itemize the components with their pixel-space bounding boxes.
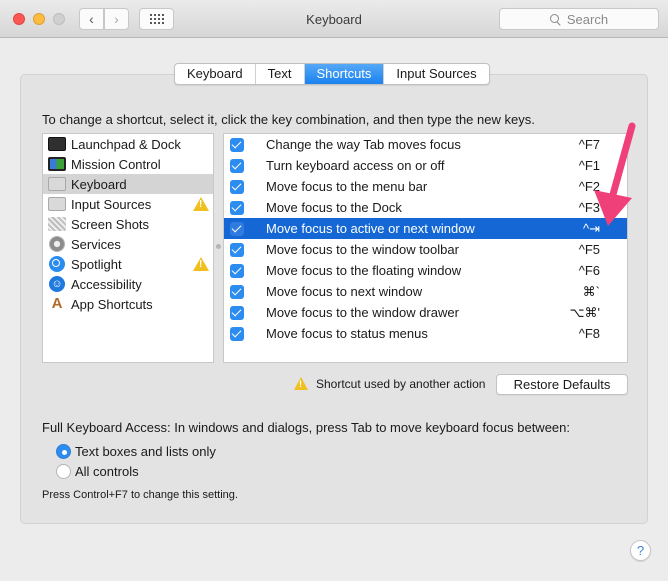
shortcut-row[interactable]: Move focus to the Dock ^F3 xyxy=(224,197,627,218)
shortcut-list: Change the way Tab moves focus ^F7 Turn … xyxy=(223,133,628,363)
shortcut-row[interactable]: Move focus to the floating window ^F6 xyxy=(224,260,627,281)
shortcut-checkbox[interactable] xyxy=(230,179,244,194)
radio-button-selected[interactable] xyxy=(56,444,71,459)
shortcut-key[interactable]: ^F1 xyxy=(579,158,600,173)
shortcut-key[interactable]: ⌥⌘' xyxy=(570,305,600,321)
shortcut-key[interactable]: ^⇥ xyxy=(583,221,600,237)
shortcut-row[interactable]: Move focus to the menu bar ^F2 xyxy=(224,176,627,197)
category-mission-control[interactable]: Mission Control xyxy=(43,154,213,174)
shortcut-label: Move focus to the floating window xyxy=(266,263,462,278)
category-keyboard[interactable]: Keyboard xyxy=(43,174,213,194)
category-services[interactable]: Services xyxy=(43,234,213,254)
shortcut-key[interactable]: ^F8 xyxy=(579,326,600,341)
radio-all-controls[interactable]: All controls xyxy=(56,464,139,479)
tab-input-sources[interactable]: Input Sources xyxy=(384,64,488,84)
category-label: Keyboard xyxy=(71,176,127,192)
radio-label: Text boxes and lists only xyxy=(75,444,216,459)
category-screen-shots[interactable]: Screen Shots xyxy=(43,214,213,234)
app-shortcuts-icon: A xyxy=(51,295,63,312)
shortcut-key[interactable]: ^F7 xyxy=(579,137,600,152)
category-list: Launchpad & Dock Mission Control Keyboar… xyxy=(42,133,214,363)
search-field[interactable]: Search xyxy=(499,8,659,30)
shortcut-label: Move focus to the Dock xyxy=(266,200,402,215)
shortcut-label: Turn keyboard access on or off xyxy=(266,158,445,173)
category-input-sources[interactable]: Input Sources xyxy=(43,194,213,214)
shortcut-label: Move focus to the window toolbar xyxy=(266,242,459,257)
category-label: Launchpad & Dock xyxy=(71,136,181,152)
category-label: Spotlight xyxy=(71,256,122,272)
radio-text-boxes[interactable]: Text boxes and lists only xyxy=(56,444,216,459)
keyboard-icon xyxy=(48,197,66,211)
shortcut-checkbox[interactable] xyxy=(230,326,244,341)
shortcut-key[interactable]: ^F2 xyxy=(579,179,600,194)
radio-button[interactable] xyxy=(56,464,71,479)
shortcut-row[interactable]: Move focus to the window drawer ⌥⌘' xyxy=(224,302,627,323)
shortcut-row[interactable]: Turn keyboard access on or off ^F1 xyxy=(224,155,627,176)
accessibility-icon: ☺ xyxy=(49,276,65,292)
category-accessibility[interactable]: ☺ Accessibility xyxy=(43,274,213,294)
warning-icon xyxy=(193,197,209,211)
instruction-text: To change a shortcut, select it, click t… xyxy=(42,112,535,127)
search-placeholder: Search xyxy=(566,11,609,27)
shortcut-label: Move focus to active or next window xyxy=(266,221,475,236)
shortcut-key[interactable]: ⌘` xyxy=(583,284,600,300)
shortcut-row-selected[interactable]: Move focus to active or next window ^⇥ xyxy=(224,218,627,239)
screenshot-icon xyxy=(48,217,66,231)
shortcut-label: Move focus to the window drawer xyxy=(266,305,459,320)
category-label: App Shortcuts xyxy=(71,296,153,312)
split-view-handle[interactable] xyxy=(216,244,221,249)
category-label: Input Sources xyxy=(71,196,152,212)
tab-keyboard[interactable]: Keyboard xyxy=(175,64,256,84)
title-bar: ‹ › Keyboard Search xyxy=(0,0,668,38)
shortcut-checkbox[interactable] xyxy=(230,137,244,152)
gear-icon xyxy=(49,236,65,252)
search-icon xyxy=(549,13,561,25)
shortcut-checkbox[interactable] xyxy=(230,221,244,236)
shortcut-row[interactable]: Change the way Tab moves focus ^F7 xyxy=(224,134,627,155)
help-button[interactable]: ? xyxy=(630,540,651,561)
shortcut-checkbox[interactable] xyxy=(230,200,244,215)
tab-text[interactable]: Text xyxy=(256,64,305,84)
mission-control-icon xyxy=(48,157,66,171)
shortcut-label: Change the way Tab moves focus xyxy=(266,137,461,152)
shortcut-row[interactable]: Move focus to status menus ^F8 xyxy=(224,323,627,344)
warning-icon xyxy=(294,377,308,390)
shortcut-checkbox[interactable] xyxy=(230,158,244,173)
hint-text: Press Control+F7 to change this setting. xyxy=(42,489,238,501)
full-keyboard-access-label: Full Keyboard Access: In windows and dia… xyxy=(42,420,570,435)
restore-defaults-button[interactable]: Restore Defaults xyxy=(496,374,628,395)
shortcut-row[interactable]: Move focus to next window ⌘` xyxy=(224,281,627,302)
category-label: Screen Shots xyxy=(71,216,150,232)
launchpad-icon xyxy=(48,137,66,151)
shortcut-key[interactable]: ^F6 xyxy=(579,263,600,278)
shortcut-checkbox[interactable] xyxy=(230,263,244,278)
category-label: Mission Control xyxy=(71,156,161,172)
conflict-legend: Shortcut used by another action xyxy=(316,377,486,391)
shortcut-key[interactable]: ^F3 xyxy=(579,200,600,215)
shortcut-row[interactable]: Move focus to the window toolbar ^F5 xyxy=(224,239,627,260)
shortcut-checkbox[interactable] xyxy=(230,284,244,299)
shortcut-label: Move focus to the menu bar xyxy=(266,179,428,194)
shortcut-checkbox[interactable] xyxy=(230,242,244,257)
tab-shortcuts[interactable]: Shortcuts xyxy=(304,64,385,84)
shortcut-label: Move focus to status menus xyxy=(266,326,428,341)
warning-icon xyxy=(193,257,209,271)
spotlight-icon xyxy=(49,256,65,272)
category-label: Services xyxy=(71,236,121,252)
radio-label: All controls xyxy=(75,464,139,479)
category-app-shortcuts[interactable]: A App Shortcuts xyxy=(43,294,213,314)
shortcut-label: Move focus to next window xyxy=(266,284,423,299)
category-launchpad-dock[interactable]: Launchpad & Dock xyxy=(43,134,213,154)
keyboard-icon xyxy=(48,177,66,191)
shortcut-key[interactable]: ^F5 xyxy=(579,242,600,257)
category-spotlight[interactable]: Spotlight xyxy=(43,254,213,274)
shortcut-checkbox[interactable] xyxy=(230,305,244,320)
tab-bar: Keyboard Text Shortcuts Input Sources xyxy=(174,63,490,85)
category-label: Accessibility xyxy=(71,276,142,292)
